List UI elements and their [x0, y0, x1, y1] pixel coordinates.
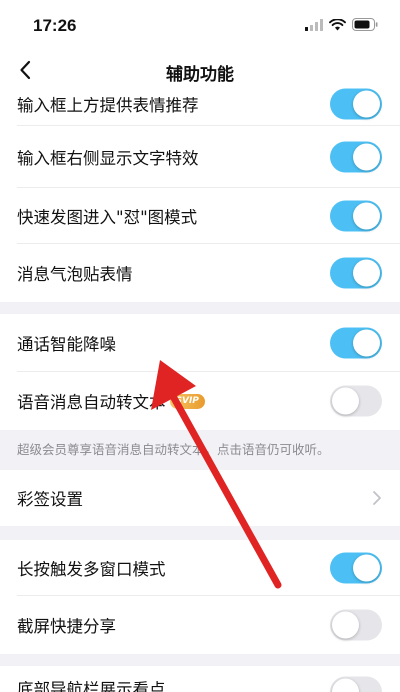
voice-to-text-toggle[interactable]	[330, 385, 382, 417]
text-effect-toggle[interactable]	[330, 141, 382, 173]
page-title: 辅助功能	[166, 65, 234, 85]
setting-row-bubble-sticker: 消息气泡贴表情	[0, 244, 400, 302]
toggle-knob	[353, 143, 380, 171]
quick-image-toggle[interactable]	[330, 200, 382, 232]
toggle-knob	[353, 329, 380, 357]
wifi-icon	[329, 18, 346, 30]
setting-label: 消息气泡贴表情	[17, 265, 133, 284]
setting-row-color-tag[interactable]: 彩签设置	[0, 470, 400, 526]
toggle-knob	[353, 90, 380, 118]
setting-row-voice-to-text: 语音消息自动转文本 SVIP	[0, 372, 400, 430]
cellular-signal-icon	[305, 18, 323, 31]
setting-label: 截屏快捷分享	[17, 617, 116, 636]
bottom-nav-toggle[interactable]	[330, 676, 382, 692]
setting-label: 底部导航栏展示看点	[17, 680, 166, 692]
setting-label: 长按触发多窗口模式	[17, 560, 166, 579]
setting-row-multi-window: 长按触发多窗口模式	[0, 540, 400, 596]
setting-row-screenshot-share: 截屏快捷分享	[0, 596, 400, 654]
status-time: 17:26	[33, 16, 77, 35]
noise-reduction-toggle[interactable]	[330, 327, 382, 359]
toggle-knob	[353, 259, 380, 287]
bubble-sticker-toggle[interactable]	[330, 257, 382, 289]
toggle-knob	[332, 678, 359, 692]
voice-to-text-label: 语音消息自动转文本	[17, 393, 166, 412]
setting-row-quick-image: 快速发图进入"怼"图模式	[0, 188, 400, 244]
hint-section: 超级会员尊享语音消息自动转文本，点击语音仍可收听。	[0, 430, 400, 464]
setting-row-text-effect: 输入框右侧显示文字特效	[0, 126, 400, 188]
svip-badge: SVIP	[169, 394, 205, 409]
toggle-knob	[353, 554, 380, 582]
hint-text: 超级会员尊享语音消息自动转文本，点击语音仍可收听。	[17, 442, 330, 457]
battery-icon	[352, 18, 378, 31]
setting-label: 快速发图进入"怼"图模式	[17, 208, 198, 227]
status-bar: 17:26	[0, 0, 400, 50]
status-icons	[305, 18, 378, 31]
setting-label: 彩签设置	[17, 490, 83, 509]
setting-label: 通话智能降噪	[17, 335, 116, 354]
emoji-recommend-toggle[interactable]	[330, 88, 382, 120]
setting-row-noise-reduction: 通话智能降噪	[0, 314, 400, 372]
chevron-right-icon	[373, 491, 381, 505]
setting-row-bottom-nav: 底部导航栏展示看点	[0, 666, 400, 692]
nav-bar: 辅助功能	[0, 50, 400, 90]
setting-row-emoji-recommend: 输入框上方提供表情推荐	[0, 88, 400, 126]
toggle-knob	[332, 611, 359, 639]
setting-label: 输入框右侧显示文字特效	[17, 149, 199, 168]
setting-label: 语音消息自动转文本 SVIP	[17, 389, 205, 413]
screenshot-share-toggle[interactable]	[330, 609, 382, 641]
toggle-knob	[332, 387, 359, 415]
multi-window-toggle[interactable]	[330, 552, 382, 584]
toggle-knob	[353, 202, 380, 230]
setting-label: 输入框上方提供表情推荐	[17, 96, 199, 116]
